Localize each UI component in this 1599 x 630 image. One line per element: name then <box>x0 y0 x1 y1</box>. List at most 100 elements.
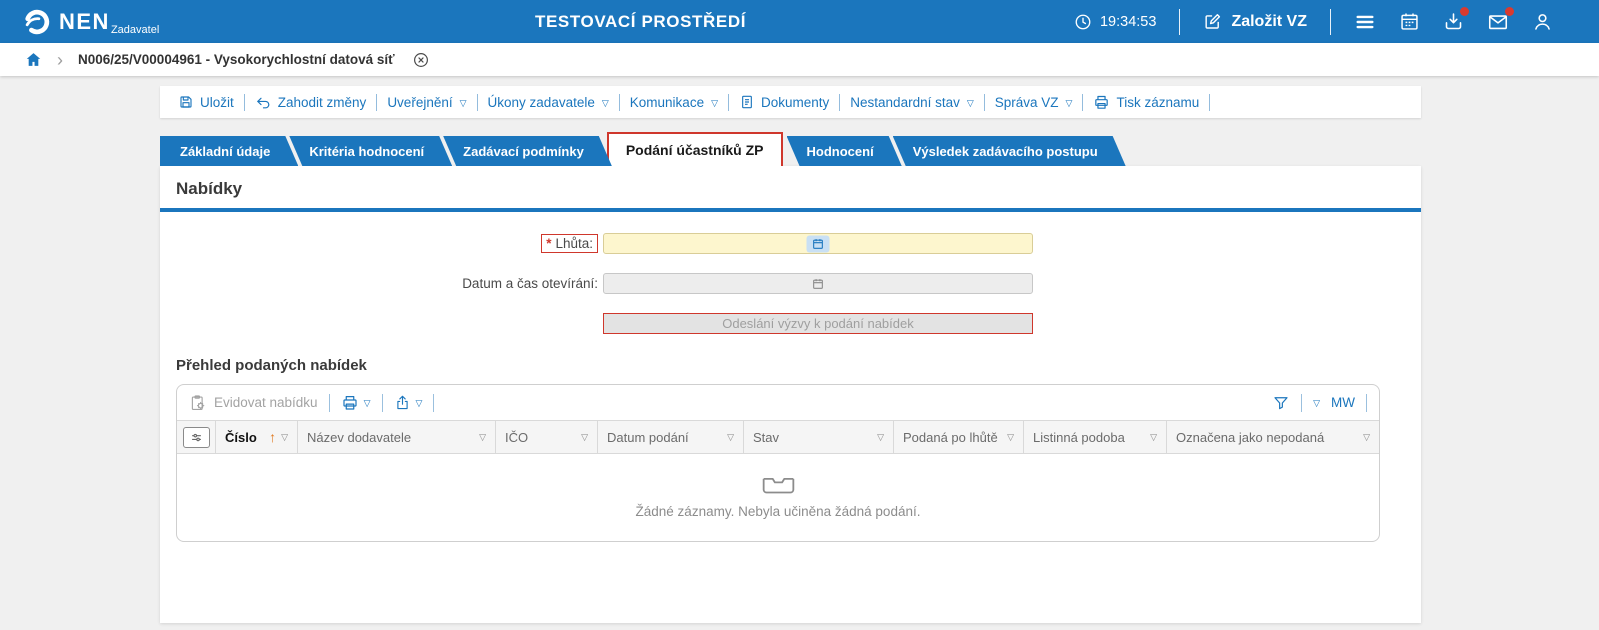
print-icon <box>1093 94 1110 111</box>
breadcrumb-current: N006/25/V00004961 - Vysokorychlostní dat… <box>78 52 395 67</box>
profile-button[interactable] <box>1532 11 1553 32</box>
menu-sprava-vz[interactable]: Správa VZ ▽ <box>985 95 1083 110</box>
column-filter-icon[interactable]: ▽ <box>727 432 734 443</box>
column-filter-icon[interactable]: ▽ <box>1363 432 1370 443</box>
deadline-field[interactable] <box>603 233 1033 254</box>
column-header-podana-po-lhute[interactable]: Podaná po lhůtě ▽ <box>894 421 1024 453</box>
mw-toggle[interactable]: MW <box>1331 395 1355 410</box>
opening-field <box>603 273 1033 294</box>
tab-kriteria-hodnoceni[interactable]: Kritéria hodnocení <box>289 136 452 166</box>
section-title: Nabídky <box>176 179 243 198</box>
column-header-listinna-podoba[interactable]: Listinná podoba ▽ <box>1024 421 1167 453</box>
toolbar-divider <box>1301 393 1303 412</box>
empty-message: Žádné záznamy. Nebyla učiněna žádná podá… <box>635 504 921 519</box>
toolbar-item-label: Tisk záznamu <box>1116 94 1200 110</box>
empty-tray-icon <box>762 476 795 495</box>
dropdown-icon: ▽ <box>711 97 718 108</box>
brand[interactable]: NEN Zadavatel <box>0 7 159 37</box>
menu-komunikace[interactable]: Komunikace ▽ <box>620 95 728 110</box>
create-vz-label: Založit VZ <box>1231 12 1307 30</box>
notification-badge <box>1505 6 1514 16</box>
tab-zadavaci-podminky[interactable]: Zadávací podmínky <box>443 136 612 166</box>
messages-button[interactable] <box>1487 6 1514 33</box>
register-offer-button[interactable]: Evidovat nabídku <box>189 394 318 412</box>
menu-uverejneni[interactable]: Uveřejnění ▽ <box>377 95 476 110</box>
funnel-icon <box>1272 394 1290 412</box>
dropdown-icon[interactable]: ▽ <box>364 398 371 409</box>
user-icon <box>1532 11 1553 32</box>
discard-changes-button[interactable]: Zahodit změny <box>245 94 377 111</box>
tab-vysledek-zadavaciho-postupu[interactable]: Výsledek zadávacího postupu <box>893 136 1126 166</box>
column-filter-icon[interactable]: ▽ <box>1007 432 1014 443</box>
column-filter-icon[interactable]: ▽ <box>1150 432 1157 443</box>
menu-nestandardni-stav[interactable]: Nestandardní stav ▽ <box>840 95 983 110</box>
toolbar-item-label: Dokumenty <box>761 94 830 110</box>
deadline-label: * Lhůta: <box>541 234 598 253</box>
tab-hodnoceni[interactable]: Hodnocení <box>787 136 902 166</box>
documents-button[interactable]: Dokumenty <box>729 94 839 110</box>
column-settings-button[interactable] <box>182 426 210 448</box>
toolbar-item-label: Správa VZ <box>994 94 1059 110</box>
toolbar-item-label: Uveřejnění <box>387 94 453 110</box>
datepicker-button-disabled <box>807 275 830 292</box>
table-header-row: Číslo ↑ ▽ Název dodavatele ▽ IČO ▽ Datum… <box>177 420 1379 454</box>
register-offer-label: Evidovat nabídku <box>214 395 318 410</box>
column-header-datum-podani[interactable]: Datum podání ▽ <box>598 421 744 453</box>
toolbar-divider <box>1209 93 1211 111</box>
column-header-stav[interactable]: Stav ▽ <box>744 421 894 453</box>
print-table-button[interactable]: ▽ <box>341 394 371 412</box>
dropdown-icon[interactable]: ▽ <box>416 398 423 409</box>
environment-title: TESTOVACÍ PROSTŘEDÍ <box>535 11 747 31</box>
column-header-nazev-dodavatele[interactable]: Název dodavatele ▽ <box>298 421 496 453</box>
export-icon <box>394 394 411 411</box>
column-filter-icon[interactable]: ▽ <box>877 432 884 443</box>
tab-bar: Základní údaje Kritéria hodnocení Zadáva… <box>160 132 1421 166</box>
calendar-icon <box>1399 11 1420 32</box>
export-table-button[interactable]: ▽ <box>394 394 423 411</box>
record-toolbar: Uložit Zahodit změny Uveřejnění ▽ Úkony … <box>160 86 1421 118</box>
save-button[interactable]: Uložit <box>168 94 244 110</box>
home-icon <box>25 51 42 68</box>
hamburger-icon <box>1354 11 1376 33</box>
dropdown-icon: ▽ <box>459 97 467 108</box>
document-icon <box>739 94 755 110</box>
calendar-button[interactable] <box>1399 11 1420 32</box>
print-record-button[interactable]: Tisk záznamu <box>1083 94 1209 111</box>
toolbar-divider <box>328 393 330 412</box>
dropdown-icon: ▽ <box>966 97 974 108</box>
tab-podani-ucastniku-zp[interactable]: Podání účastníků ZP <box>606 132 783 166</box>
table-toolbar: Evidovat nabídku ▽ ▽ ▽ MW <box>177 385 1379 420</box>
column-header-oznacena-jako-nepodana[interactable]: Označena jako nepodaná ▽ <box>1167 421 1379 453</box>
edit-icon <box>1203 12 1222 31</box>
clock-icon <box>1074 13 1092 31</box>
toolbar-item-label: Zahodit změny <box>277 94 367 110</box>
send-invitation-button[interactable]: Odeslání výzvy k podání nabídek <box>603 313 1033 334</box>
datepicker-button[interactable] <box>806 235 830 252</box>
menu-button[interactable] <box>1354 11 1376 33</box>
home-button[interactable] <box>25 51 42 68</box>
brand-name: NEN <box>59 8 110 34</box>
topbar-divider <box>1179 8 1181 35</box>
menu-ukony-zadavatele[interactable]: Úkony zadavatele ▽ <box>478 95 619 110</box>
downloads-button[interactable] <box>1443 7 1469 32</box>
brand-subtitle: Zadavatel <box>110 23 160 36</box>
close-record-button[interactable] <box>412 51 430 69</box>
create-vz-button[interactable]: Založit VZ <box>1203 12 1307 31</box>
column-filter-icon[interactable]: ▽ <box>581 432 588 443</box>
dropdown-icon: ▽ <box>601 97 609 108</box>
tab-zakladni-udaje[interactable]: Základní údaje <box>160 136 298 166</box>
column-filter-icon[interactable]: ▽ <box>479 432 486 443</box>
content-panel: Nabídky * Lhůta: Datum a čas otevírání: … <box>160 166 1421 623</box>
toolbar-item-label: Uložit <box>200 94 234 110</box>
dropdown-icon[interactable]: ▽ <box>1313 398 1320 409</box>
sort-asc-icon[interactable]: ↑ <box>269 429 276 445</box>
column-header-ico[interactable]: IČO ▽ <box>496 421 598 453</box>
toolbar-item-label: Úkony zadavatele <box>487 94 595 110</box>
column-header-cislo[interactable]: Číslo ↑ ▽ <box>216 421 298 453</box>
toolbar-divider <box>433 393 435 412</box>
calendar-icon <box>812 237 825 250</box>
filter-button[interactable] <box>1272 394 1290 412</box>
column-filter-icon[interactable]: ▽ <box>281 432 288 443</box>
clipboard-gear-icon <box>189 394 207 412</box>
calendar-icon <box>812 277 825 290</box>
